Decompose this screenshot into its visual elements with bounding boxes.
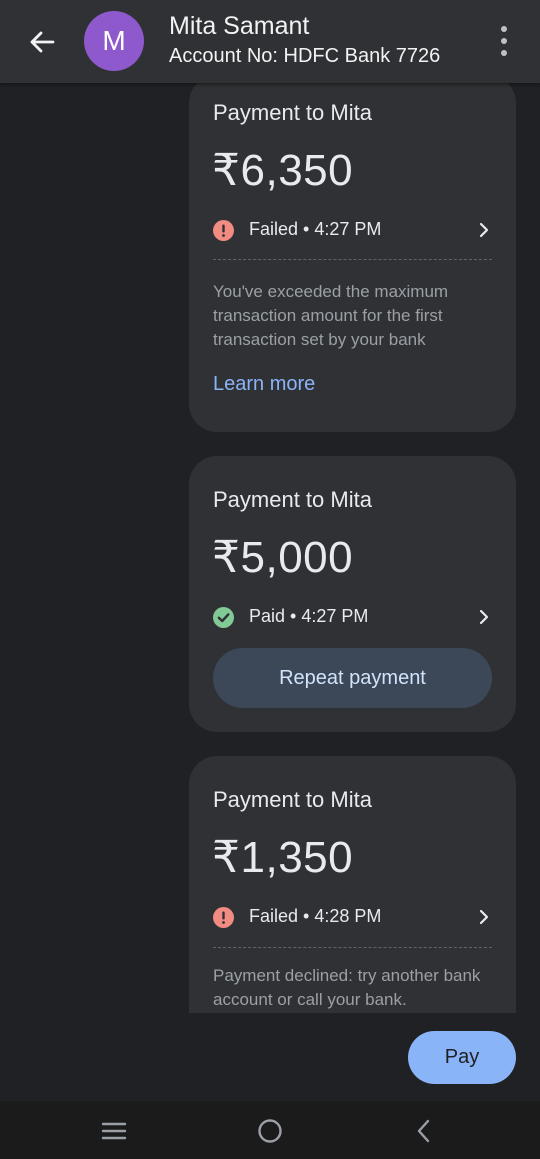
error-icon (213, 220, 234, 241)
divider (213, 947, 492, 948)
error-icon (213, 907, 234, 928)
payment-amount: ₹1,350 (212, 833, 354, 882)
status-text: Paid • 4:27 PM (249, 606, 369, 626)
card-title: Payment to Mita (213, 100, 372, 125)
check-circle-icon (213, 607, 234, 628)
transaction-card[interactable]: Payment to Mita ₹6,350 Failed • 4:27 PM … (189, 83, 516, 432)
more-options-button[interactable] (492, 24, 516, 58)
chevron-right-icon (479, 609, 489, 625)
more-vertical-icon (501, 26, 507, 56)
repeat-payment-button[interactable]: Repeat payment (213, 648, 492, 708)
system-nav-bar (0, 1101, 540, 1159)
transaction-list[interactable]: Payment to Mita ₹6,350 Failed • 4:27 PM … (0, 83, 540, 1013)
card-title: Payment to Mita (213, 787, 372, 812)
payment-amount: ₹5,000 (212, 533, 354, 582)
avatar[interactable]: M (84, 11, 144, 71)
payment-amount: ₹6,350 (212, 146, 354, 195)
transaction-card[interactable]: Payment to Mita ₹5,000 Paid • 4:27 PM Re… (189, 456, 516, 732)
back-chevron-icon[interactable] (410, 1117, 438, 1145)
status-row[interactable]: Failed • 4:28 PM (213, 904, 493, 930)
back-button[interactable] (22, 22, 62, 62)
card-title: Payment to Mita (213, 487, 372, 512)
status-row[interactable]: Paid • 4:27 PM (213, 604, 493, 630)
app-header: M Mita Samant Account No: HDFC Bank 7726 (0, 0, 540, 83)
transaction-card[interactable]: Payment to Mita ₹1,350 Failed • 4:28 PM … (189, 756, 516, 1013)
pay-button[interactable]: Pay (408, 1031, 516, 1084)
divider (213, 259, 492, 260)
status-row[interactable]: Failed • 4:27 PM (213, 217, 493, 243)
home-circle-icon[interactable] (256, 1117, 284, 1145)
status-text: Failed • 4:27 PM (249, 219, 382, 239)
learn-more-link[interactable]: Learn more (213, 373, 315, 396)
contact-name: Mita Samant (169, 12, 310, 40)
failure-reason: Payment declined: try another bank accou… (213, 966, 481, 1009)
menu-icon[interactable] (100, 1117, 128, 1145)
chevron-right-icon (479, 909, 489, 925)
account-number: Account No: HDFC Bank 7726 (169, 45, 441, 67)
arrow-left-icon (30, 31, 55, 53)
chevron-right-icon (479, 222, 489, 238)
failure-reason: You've exceeded the maximum transaction … (213, 282, 449, 349)
status-text: Failed • 4:28 PM (249, 906, 382, 926)
